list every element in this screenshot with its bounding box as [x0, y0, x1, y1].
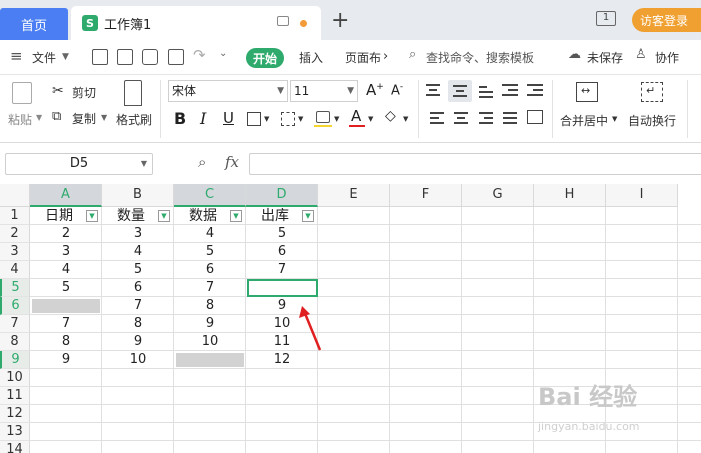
red-arrow-annotation: [299, 306, 322, 351]
